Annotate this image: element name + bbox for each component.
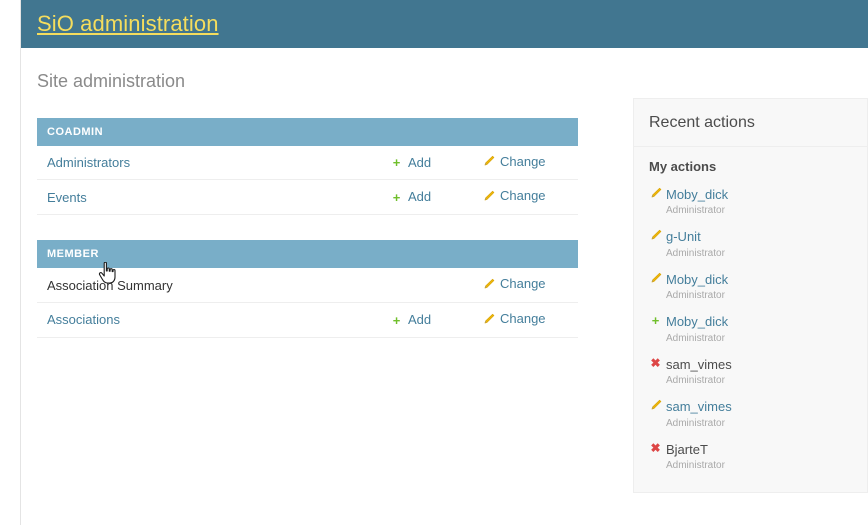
cross-icon-wrap: ✖ (649, 355, 662, 370)
model-name-cell: Events (37, 179, 380, 216)
model-name-cell: Administrators (37, 145, 380, 181)
model-row: Events + Add Change (37, 179, 578, 216)
change-label: Change (500, 311, 546, 327)
action-entry-label: BjarteT (666, 441, 708, 457)
change-link[interactable]: Change (482, 276, 546, 292)
add-cell (380, 268, 472, 304)
recent-actions-panel: Recent actions My actions Moby_dick Admin… (633, 98, 868, 494)
add-link[interactable]: + Add (390, 312, 431, 328)
change-label: Change (500, 153, 546, 169)
add-label: Add (408, 312, 432, 328)
action-entry-link[interactable]: sam_vimes (666, 399, 732, 414)
model-row: Administrators + Add Change (37, 145, 578, 181)
action-list-item: ✖ sam_vimes Administrator (649, 356, 853, 388)
cross-icon: ✖ (650, 440, 661, 455)
action-entry-model: Administrator (666, 460, 725, 472)
add-link[interactable]: + Add (390, 155, 431, 171)
action-list-item: Moby_dick Administrator (649, 186, 853, 218)
action-entry-model: Administrator (666, 247, 725, 259)
model-row: Associations + Add Change (37, 302, 578, 339)
action-entry-model: Administrator (666, 205, 725, 217)
action-list-item: g-Unit Administrator (649, 228, 853, 260)
change-link[interactable]: Change (482, 188, 546, 204)
add-label: Add (408, 154, 432, 170)
pencil-icon (649, 272, 662, 285)
model-row: Association Summary Change (37, 268, 578, 304)
pencil-icon (649, 229, 662, 242)
action-entry-label: sam_vimes (666, 356, 732, 372)
cross-icon: ✖ (650, 355, 661, 370)
model-name-cell: Association Summary (37, 268, 380, 304)
action-entry-model: Administrator (666, 290, 725, 302)
action-entry-link[interactable]: Moby_dick (666, 314, 728, 329)
change-label: Change (500, 276, 546, 292)
recent-actions-header: Recent actions (634, 99, 867, 148)
my-actions-subtitle: My actions (649, 159, 717, 175)
action-entry-link[interactable]: Moby_dick (666, 272, 728, 287)
content-wrapper: Site administration COADMIN Administrator… (21, 48, 868, 494)
plus-icon: + (392, 312, 401, 328)
model-link[interactable]: Administrators (47, 155, 130, 170)
pencil-icon-wrap (649, 229, 662, 242)
site-name-link[interactable]: SiO administration (37, 13, 219, 35)
pencil-icon (482, 278, 495, 291)
action-list-item: + Moby_dick Administrator (649, 313, 853, 345)
site-header: SiO administration (21, 0, 868, 48)
add-cell: + Add (380, 179, 472, 216)
action-entry-model: Administrator (666, 417, 725, 429)
app-module: COADMIN Administrators + Add Change Events + Ad… (37, 117, 578, 216)
pencil-icon-wrap (649, 187, 662, 200)
model-link[interactable]: Associations (47, 312, 120, 327)
plus-icon: + (392, 189, 401, 205)
model-name-cell: Associations (37, 302, 380, 339)
change-cell: Change (472, 268, 578, 304)
pencil-icon (482, 155, 495, 168)
change-cell: Change (472, 302, 578, 339)
action-list-item: ✖ BjarteT Administrator (649, 441, 853, 473)
app-list: COADMIN Administrators + Add Change Events + Ad… (37, 117, 613, 339)
app-module-caption[interactable]: COADMIN (37, 117, 578, 146)
action-list-item: Moby_dick Administrator (649, 271, 853, 303)
add-cell: + Add (380, 145, 472, 181)
add-link[interactable]: + Add (390, 189, 431, 205)
change-cell: Change (472, 145, 578, 181)
model-label: Association Summary (47, 277, 173, 293)
pencil-icon (482, 313, 495, 326)
change-cell: Change (472, 179, 578, 216)
plus-icon: + (651, 313, 660, 329)
pencil-icon (649, 399, 662, 412)
main-content: Site administration COADMIN Administrator… (21, 48, 613, 339)
add-label: Add (408, 189, 432, 205)
pencil-icon-wrap (649, 399, 662, 412)
page-title: Site administration (37, 71, 186, 91)
action-entry-link[interactable]: g-Unit (666, 229, 701, 244)
action-entry-link[interactable]: Moby_dick (666, 187, 728, 202)
change-link[interactable]: Change (482, 154, 546, 170)
pencil-icon (482, 190, 495, 203)
plus-icon: + (392, 154, 401, 170)
change-link[interactable]: Change (482, 311, 546, 327)
pencil-icon (649, 187, 662, 200)
action-list: Moby_dick Administrator g-Unit Administrato… (649, 186, 853, 473)
plus-icon-wrap: + (649, 314, 662, 327)
change-label: Change (500, 188, 546, 204)
page-container: SiO administration Site administration C… (20, 0, 868, 525)
action-list-item: sam_vimes Administrator (649, 398, 853, 430)
pencil-icon-wrap (649, 272, 662, 285)
action-entry-model: Administrator (666, 332, 725, 344)
app-module-caption[interactable]: MEMBER (37, 240, 578, 269)
model-link[interactable]: Events (47, 190, 87, 205)
app-module: MEMBER Association Summary Change Associati… (37, 240, 578, 339)
action-entry-model: Administrator (666, 375, 725, 387)
add-cell: + Add (380, 302, 472, 339)
cross-icon-wrap: ✖ (649, 440, 662, 455)
recent-actions-title: Recent actions (649, 114, 755, 131)
recent-actions-body: My actions Moby_dick Administrator g-Unit A… (634, 147, 867, 492)
